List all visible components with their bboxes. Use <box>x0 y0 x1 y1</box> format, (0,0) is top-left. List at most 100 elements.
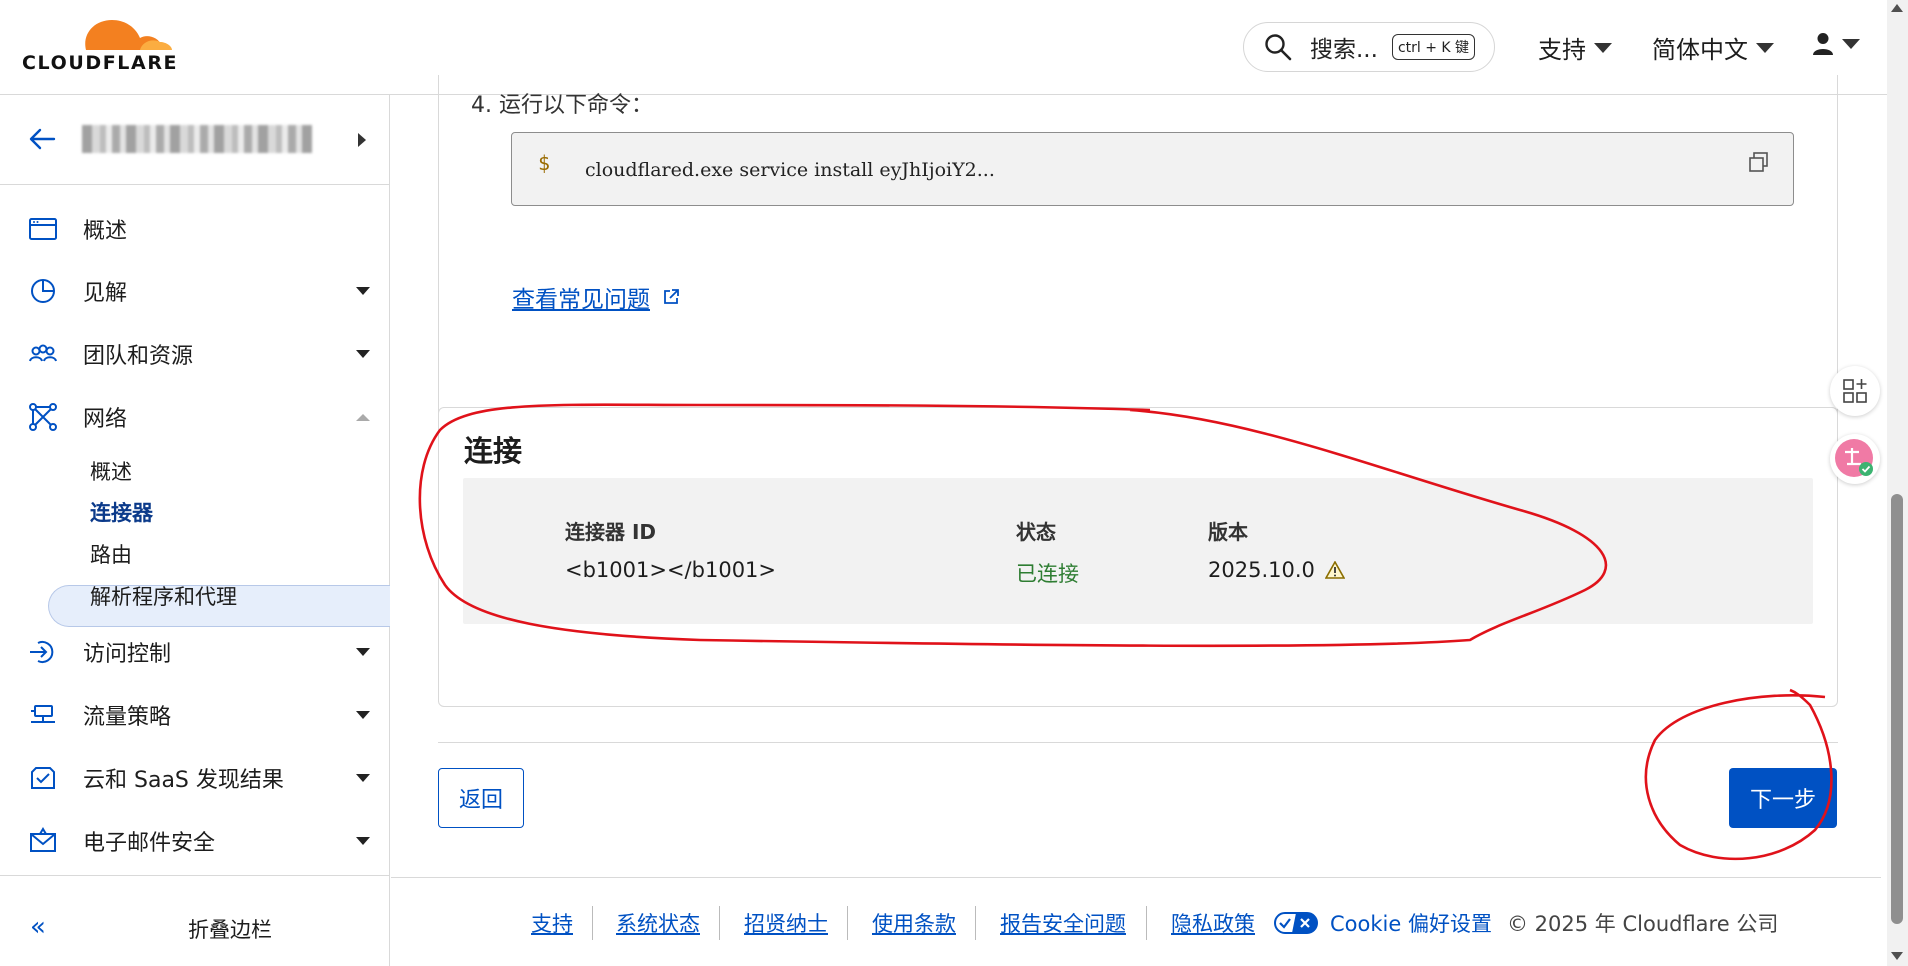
footer-separator <box>592 906 593 940</box>
sidebar-item-overview[interactable]: 概述 <box>0 201 389 257</box>
search-icon <box>1264 33 1292 61</box>
sidebar-subitem-connectors[interactable]: 连接器 <box>90 497 153 527</box>
users-icon <box>29 344 57 362</box>
scroll-down-arrow-icon[interactable] <box>1891 952 1903 960</box>
sidebar-item-label: 概述 <box>83 219 128 244</box>
chevron-down-icon <box>356 774 370 782</box>
double-chevron-left-icon: « <box>30 912 46 942</box>
support-menu[interactable]: 支持 <box>1538 30 1612 65</box>
sidebar-item-label: 访问控制 <box>83 642 172 667</box>
footer-separator <box>719 906 720 940</box>
user-icon <box>1813 33 1833 55</box>
access-icon <box>30 641 54 663</box>
search-bar[interactable]: 搜索... ctrl + K 键 <box>1243 22 1495 72</box>
account-name-redacted <box>82 125 312 153</box>
chevron-down-icon <box>1756 42 1774 53</box>
chevron-down-icon <box>356 837 370 845</box>
cloudflare-logo[interactable]: CLOUDFLARE <box>22 14 187 76</box>
language-label: 简体中文 <box>1652 36 1748 64</box>
footer-separator <box>975 906 976 940</box>
scroll-up-arrow-icon[interactable] <box>1891 4 1903 12</box>
command-text[interactable]: cloudflared.exe service install eyJhIjoi… <box>585 159 995 181</box>
browser-window-icon <box>29 218 57 240</box>
command-box[interactable]: $ cloudflared.exe service install eyJhIj… <box>511 132 1794 206</box>
back-button[interactable]: 返回 <box>438 768 524 828</box>
sidebar-item-network[interactable]: 网络 <box>0 389 389 445</box>
sidebar-item-label: 云和 SaaS 发现结果 <box>83 768 284 793</box>
footer-link-support[interactable]: 支持 <box>531 908 573 938</box>
connector-id: <b1001></b1001> <box>565 558 777 582</box>
command-prompt: $ <box>538 151 551 175</box>
chevron-right-icon <box>358 133 366 147</box>
collapse-sidebar-label: 折叠边栏 <box>188 918 272 942</box>
traffic-icon <box>31 705 55 723</box>
cloud-logo-icon <box>85 20 172 50</box>
scrollbar-thumb[interactable] <box>1891 494 1903 924</box>
logo-text: CLOUDFLARE <box>22 52 179 74</box>
sidebar: 概述 见解 团队和资源 网络 概述 连接器 路由 解析程序和代理 访问控制 流量… <box>0 95 390 966</box>
sidebar-item-label: 流量策略 <box>83 705 172 730</box>
sidebar-item-label: 电子邮件安全 <box>83 831 216 856</box>
warning-icon[interactable] <box>1324 561 1345 579</box>
user-menu[interactable] <box>1812 32 1860 56</box>
privacy-toggle-icon <box>1274 912 1318 934</box>
sidebar-item-traffic[interactable]: 流量策略 <box>0 687 389 743</box>
footer-link-careers[interactable]: 招贤纳士 <box>744 908 828 938</box>
footer-separator <box>1146 906 1147 940</box>
search-shortcut: ctrl + K 键 <box>1391 34 1476 60</box>
back-arrow-icon[interactable] <box>28 127 56 151</box>
version-text: 2025.10.0 <box>1208 558 1315 582</box>
next-button[interactable]: 下一步 <box>1729 768 1837 828</box>
chevron-down-icon <box>1594 42 1612 53</box>
footer-link-terms[interactable]: 使用条款 <box>872 908 956 938</box>
sidebar-item-access[interactable]: 访问控制 <box>0 624 389 680</box>
translate-icon <box>1835 439 1873 477</box>
faq-link[interactable]: 查看常见问题 <box>512 280 680 314</box>
chevron-down-icon <box>356 648 370 656</box>
sidebar-item-label: 见解 <box>83 281 128 306</box>
column-header: 版本 <box>1208 520 1248 544</box>
sidebar-subitem-resolvers[interactable]: 解析程序和代理 <box>90 581 237 611</box>
divider <box>438 742 1838 743</box>
copy-icon[interactable] <box>1748 151 1770 173</box>
chevron-up-icon <box>356 413 370 421</box>
connections-table: 连接器 ID 状态 版本 <b1001></b1001> 已连接 2025.10… <box>463 478 1813 624</box>
sidebar-item-label: 网络 <box>83 407 128 432</box>
support-label: 支持 <box>1538 36 1586 64</box>
sidebar-item-teams[interactable]: 团队和资源 <box>0 326 389 382</box>
sidebar-subitem-overview[interactable]: 概述 <box>90 456 132 486</box>
sidebar-item-cloud-saas[interactable]: 云和 SaaS 发现结果 <box>0 750 389 806</box>
footer-separator <box>847 906 848 940</box>
apps-widget[interactable] <box>1830 366 1880 416</box>
translate-widget[interactable] <box>1830 434 1880 484</box>
footer-link-security[interactable]: 报告安全问题 <box>1000 908 1126 938</box>
footer-link-status[interactable]: 系统状态 <box>616 908 700 938</box>
footer-link-privacy[interactable]: 隐私政策 <box>1171 908 1255 938</box>
pie-chart-icon <box>31 279 55 303</box>
language-menu[interactable]: 简体中文 <box>1652 30 1774 65</box>
cookie-preferences[interactable]: Cookie 偏好设置 <box>1274 908 1492 938</box>
collapse-sidebar-button[interactable]: « 折叠边栏 <box>0 875 389 966</box>
step-heading: 4. 运行以下命令： <box>471 93 653 118</box>
faq-link-label: 查看常见问题 <box>512 287 650 313</box>
cookie-label: Cookie 偏好设置 <box>1330 912 1492 936</box>
version-cell: 2025.10.0 <box>1208 558 1345 582</box>
sidebar-subitem-routes[interactable]: 路由 <box>90 539 132 569</box>
chevron-down-icon <box>356 287 370 295</box>
sidebar-item-insights[interactable]: 见解 <box>0 263 389 319</box>
chevron-down-icon <box>1842 39 1860 49</box>
footer: 支持 系统状态 招贤纳士 使用条款 报告安全问题 隐私政策 Cookie 偏好设… <box>391 877 1881 966</box>
copyright: © 2025 年 Cloudflare 公司 <box>1507 912 1779 936</box>
column-header: 连接器 ID <box>565 520 657 544</box>
search-label: 搜索... <box>1310 37 1378 63</box>
sidebar-item-label: 团队和资源 <box>83 344 194 369</box>
connections-card: 连接 连接器 ID 状态 版本 <b1001></b1001> 已连接 2025… <box>438 407 1838 707</box>
column-header: 状态 <box>1016 520 1056 544</box>
email-security-icon <box>30 827 56 852</box>
account-switcher[interactable] <box>0 95 389 185</box>
external-link-icon <box>664 289 679 304</box>
main-content: $ cloudflared.exe service install eyJhIj… <box>391 75 1881 966</box>
sidebar-item-email-security[interactable]: 电子邮件安全 <box>0 813 389 869</box>
chevron-down-icon <box>356 711 370 719</box>
grid-plus-icon <box>1843 379 1867 403</box>
